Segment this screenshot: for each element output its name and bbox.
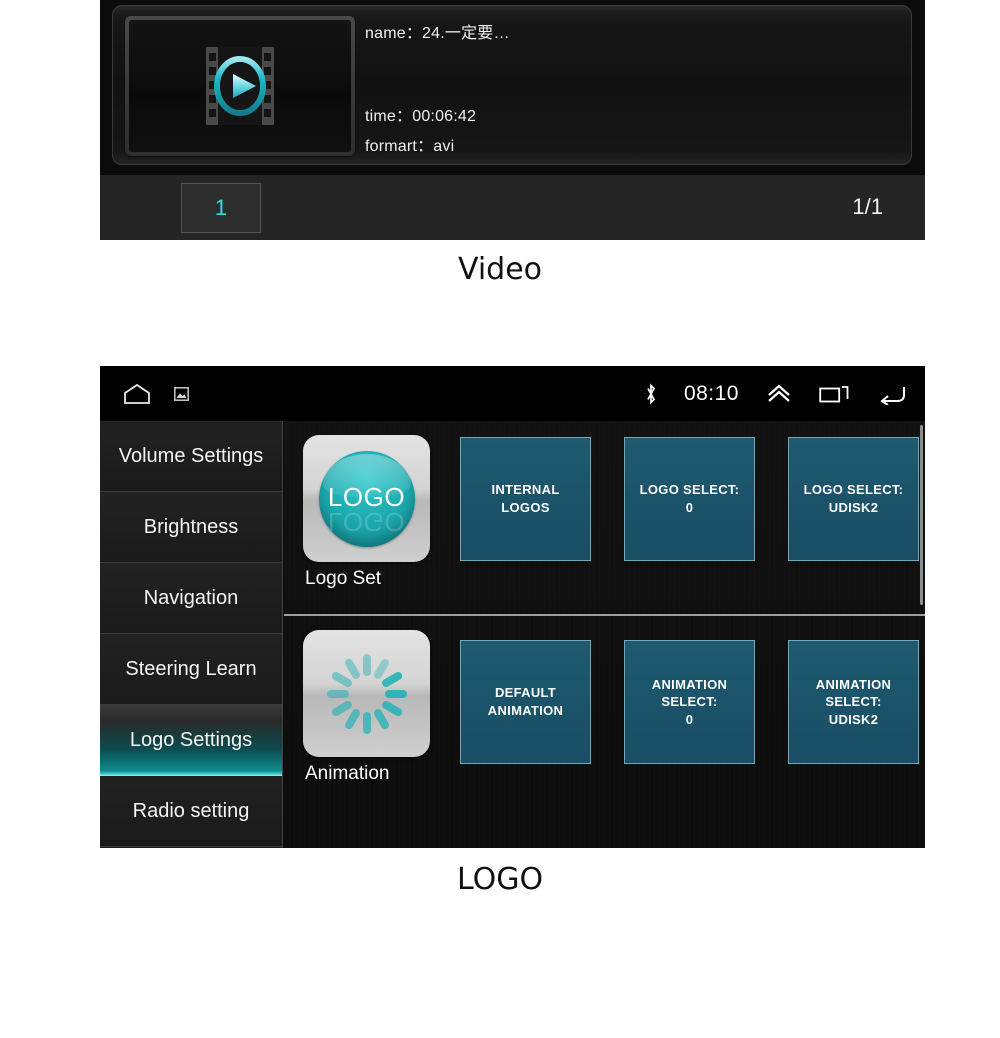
- logo-settings-content: Volume Settings Brightness Navigation St…: [100, 421, 925, 848]
- sidebar-item-radio-setting[interactable]: Radio setting: [100, 776, 282, 847]
- logo-set-label: Logo Set: [305, 568, 382, 589]
- spinner-graphic: [323, 650, 411, 738]
- tile-logo-select-udisk2[interactable]: LOGO SELECT: UDISK2: [788, 437, 919, 561]
- home-icon[interactable]: [122, 383, 152, 405]
- page-button-1[interactable]: 1: [181, 183, 261, 233]
- video-time-row: time：00:06:42: [365, 102, 476, 126]
- logo-settings-screen: 08:10 Volume Settings Brightness Navigat…: [100, 366, 925, 848]
- video-thumbnail[interactable]: [125, 16, 355, 156]
- logo-icon-circle: LOGO LOGO: [318, 450, 415, 547]
- tile-animation-select-0[interactable]: ANIMATION SELECT: 0: [624, 640, 755, 764]
- video-name-value: 24.一定要…: [422, 25, 510, 42]
- status-bar-right: 08:10: [644, 366, 907, 421]
- sidebar-item-brightness[interactable]: Brightness: [100, 492, 282, 563]
- settings-tile-area: LOGO LOGO Logo Set INTERNAL LOGOS LOGO S…: [284, 421, 925, 848]
- logo-set-row: LOGO LOGO Logo Set INTERNAL LOGOS LOGO S…: [284, 421, 925, 616]
- sidebar-item-volume-settings[interactable]: Volume Settings: [100, 421, 282, 492]
- status-bar: 08:10: [100, 366, 925, 421]
- logo-set-app[interactable]: LOGO LOGO Logo Set: [303, 435, 430, 590]
- back-arrow-icon[interactable]: [877, 383, 907, 405]
- sidebar-item-navigation[interactable]: Navigation: [100, 563, 282, 634]
- settings-sidebar: Volume Settings Brightness Navigation St…: [100, 421, 283, 848]
- spinner-icon: [303, 630, 430, 757]
- logo-icon: LOGO LOGO: [303, 435, 430, 562]
- status-bar-clock: 08:10: [683, 381, 739, 405]
- sidebar-item-label: Steering Learn: [125, 657, 257, 680]
- animation-app[interactable]: Animation: [303, 630, 430, 785]
- tile-default-animation[interactable]: DEFAULT ANIMATION: [460, 640, 591, 764]
- caption-video: Video: [457, 252, 543, 287]
- caption-logo: LOGO: [456, 862, 544, 897]
- video-time-value: 00:06:42: [412, 108, 477, 125]
- screenshot-icon[interactable]: [174, 386, 189, 401]
- video-format-row: formart：avi: [365, 132, 454, 156]
- sidebar-item-steering-learn[interactable]: Steering Learn: [100, 634, 282, 705]
- tile-animation-select-udisk2[interactable]: ANIMATION SELECT: UDISK2: [788, 640, 919, 764]
- sidebar-item-label: Navigation: [143, 586, 239, 609]
- tile-internal-logos[interactable]: INTERNAL LOGOS: [460, 437, 591, 561]
- sidebar-item-label: Volume Settings: [118, 444, 264, 467]
- video-item-card[interactable]: name：24.一定要… time：00:06:42 formart：avi: [112, 5, 912, 165]
- video-name-label: name：: [365, 25, 423, 42]
- tile-logo-select-0[interactable]: LOGO SELECT: 0: [624, 437, 755, 561]
- animation-row: Animation DEFAULT ANIMATION ANIMATION SELE…: [284, 616, 925, 848]
- vertical-scrollbar[interactable]: [920, 425, 923, 605]
- bluetooth-icon: [647, 382, 655, 405]
- status-bar-left: [122, 366, 189, 421]
- video-thumbnail-inner: [129, 20, 351, 152]
- chevron-up-icon[interactable]: [765, 382, 793, 406]
- animation-label: Animation: [305, 763, 390, 784]
- video-format-value: avi: [433, 138, 455, 155]
- sidebar-item-logo-settings[interactable]: Logo Settings: [100, 705, 282, 776]
- video-metadata: name：24.一定要… time：00:06:42 formart：avi: [365, 6, 903, 164]
- video-bottom-bar: 1 1/1: [100, 174, 925, 240]
- page-indicator: 1/1: [852, 194, 883, 219]
- recents-icon[interactable]: [819, 383, 851, 405]
- sidebar-item-label: Radio setting: [132, 799, 250, 822]
- video-time-label: time：: [365, 108, 413, 125]
- page-root: name：24.一定要… time：00:06:42 formart：avi 1…: [0, 0, 1000, 1038]
- sidebar-item-label: Logo Settings: [129, 728, 253, 751]
- logo-icon-text: LOGO: [327, 482, 406, 512]
- video-screen: name：24.一定要… time：00:06:42 formart：avi 1…: [100, 0, 925, 240]
- film-play-icon: [206, 47, 274, 125]
- sidebar-item-label: Brightness: [143, 515, 239, 538]
- video-format-label: formart：: [365, 138, 434, 155]
- video-name-row: name：24.一定要…: [365, 19, 510, 43]
